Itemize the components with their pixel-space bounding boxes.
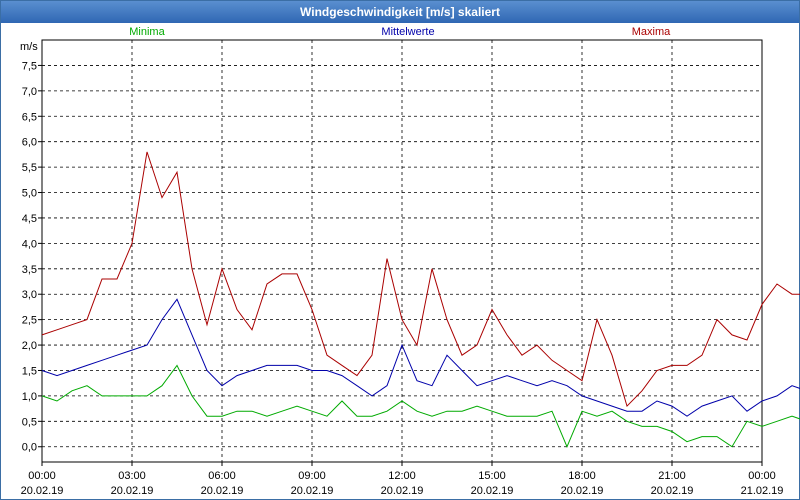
y-tick-label: 5,0 [22,188,37,200]
x-tick-time: 15:00 [478,470,506,482]
x-tick-date: 20.02.19 [291,485,334,497]
x-tick-time: 00:00 [748,470,776,482]
y-tick-label: 0,5 [22,416,37,428]
y-tick-label: 7,0 [22,86,37,98]
x-tick-date: 20.02.19 [561,485,604,497]
x-tick-date: 21.02.19 [741,485,784,497]
series-line-maxima [41,151,800,408]
y-tick-label: 2,0 [22,340,37,352]
y-tick-label: 4,0 [22,238,37,250]
y-tick-label: 1,5 [22,365,37,377]
x-tick-date: 20.02.19 [651,485,694,497]
legend-item-maxima: Maxima [632,26,671,38]
x-tick-date: 20.02.19 [111,485,154,497]
legend-item-minima: Minima [129,26,165,38]
y-axis-ticks: 0,0 0,5 1,0 1,5 2,0 2,5 3,0 3,5 4,0 4,5 5,0 5,5 6,0 6… [22,60,42,454]
y-tick-label: 3,0 [22,289,37,301]
y-tick-label: 3,5 [22,264,37,276]
x-axis-ticks: 00:00 20.02.19 03:00 20.02.19 06:00 20.02.19 0… [21,462,784,497]
series-lines [41,151,800,448]
grid [41,39,763,463]
y-tick-label: 5,5 [22,162,37,174]
x-tick-time: 12:00 [388,470,416,482]
y-tick-label: 6,0 [22,137,37,149]
legend-item-mittelwerte: Mittelwerte [381,26,434,38]
x-tick-date: 20.02.19 [381,485,424,497]
x-tick-time: 00:00 [28,470,56,482]
y-tick-label: 4,5 [22,213,37,225]
x-tick-time: 18:00 [568,470,596,482]
x-tick-time: 03:00 [118,470,146,482]
x-tick-date: 20.02.19 [201,485,244,497]
x-tick-date: 20.02.19 [21,485,64,497]
y-tick-label: 0,0 [22,442,37,454]
x-tick-time: 09:00 [298,470,326,482]
x-tick-time: 06:00 [208,470,236,482]
legend: Minima Mittelwerte Maxima [129,26,671,38]
y-tick-label: 7,5 [22,60,37,72]
chart-canvas: m/s 0,0 0,5 1,0 1,5 2,0 2,5 3,0 3,5 4,0 4,5 5,0 5,5… [20,26,800,497]
series-line-minima [41,364,800,448]
y-axis-label: m/s [20,41,38,53]
y-tick-label: 6,5 [22,111,37,123]
x-tick-date: 20.02.19 [471,485,514,497]
x-tick-time: 21:00 [658,470,686,482]
y-tick-label: 2,5 [22,315,37,327]
y-tick-label: 1,0 [22,391,37,403]
